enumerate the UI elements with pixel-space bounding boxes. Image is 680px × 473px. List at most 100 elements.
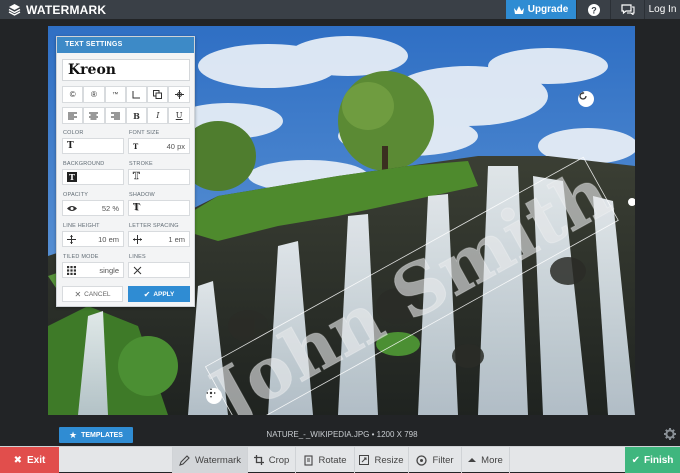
tool-filter[interactable]: Filter (409, 447, 462, 473)
line-height-icon (67, 234, 76, 244)
rotate-icon (579, 91, 587, 100)
logo-icon (8, 4, 21, 16)
tiled-mode-value: single (99, 265, 119, 275)
close-icon: ✕ (74, 289, 82, 299)
close-icon: ✖ (13, 454, 23, 466)
letter-spacing-field[interactable]: 1 em (128, 231, 190, 247)
upgrade-label: Upgrade (527, 4, 569, 15)
tiled-mode-select[interactable]: single (62, 262, 124, 278)
cancel-label: CANCEL (84, 290, 111, 298)
tool-more[interactable]: More (462, 447, 510, 473)
letter-spacing-icon (133, 234, 142, 244)
chevron-up-icon (468, 458, 477, 462)
watermark-icon (179, 454, 190, 466)
underline-button[interactable]: U (168, 107, 190, 124)
background-icon: T (67, 172, 77, 182)
align-right-button[interactable] (104, 107, 126, 124)
finish-button[interactable]: ✔ Finish (625, 447, 680, 473)
crosshair-icon (174, 90, 184, 99)
text-settings-panel: TEXT SETTINGS Kreon © ® ™ B I U COLOR FO… (56, 36, 195, 307)
bold-button[interactable]: B (125, 107, 148, 124)
align-left-button[interactable] (62, 107, 84, 124)
tool-rotate[interactable]: Rotate (296, 447, 355, 473)
filter-icon (416, 454, 428, 466)
settings-button[interactable] (664, 427, 676, 445)
check-icon: ✔ (631, 454, 640, 466)
login-link[interactable]: Log In (644, 0, 680, 19)
copyright-button[interactable]: © (62, 86, 84, 103)
panel-title: TEXT SETTINGS (57, 37, 194, 53)
templates-button[interactable]: ★ TEMPLATES (59, 427, 133, 443)
no-lines-icon (133, 266, 142, 274)
align-center-button[interactable] (83, 107, 105, 124)
rotate-handle[interactable] (578, 91, 594, 107)
line-height-value: 10 em (98, 234, 119, 244)
rotate-icon (303, 454, 313, 466)
stroke-picker[interactable]: T (128, 169, 190, 185)
exit-button[interactable]: ✖ Exit (0, 447, 59, 473)
opacity-label: OPACITY (63, 192, 89, 198)
font-size-value: 40 px (166, 141, 185, 151)
align-corner-button[interactable] (125, 86, 148, 103)
templates-label: TEMPLATES (81, 431, 123, 439)
opacity-value: 52 % (101, 203, 119, 213)
stroke-label: STROKE (129, 161, 153, 167)
chat-button[interactable] (610, 0, 644, 19)
crown-icon (513, 5, 524, 14)
opacity-field[interactable]: 52 % (62, 200, 124, 216)
help-icon: ? (587, 3, 600, 16)
grid-icon (67, 265, 76, 275)
tool-crop[interactable]: Crop (248, 447, 296, 473)
gear-icon (664, 428, 676, 440)
trademark-button[interactable]: ™ (104, 86, 126, 103)
file-info: NATURE_-_WIKIPEDIA.JPG • 1200 X 798 (266, 430, 418, 439)
move-button[interactable] (168, 86, 190, 103)
line-height-label: LINE HEIGHT (63, 223, 100, 229)
letter-spacing-value: 1 em (168, 234, 185, 244)
italic-button[interactable]: I (147, 107, 169, 124)
check-icon: ✔ (143, 289, 151, 299)
color-picker[interactable]: T (62, 138, 124, 154)
corner-icon (132, 91, 141, 99)
shadow-icon: T (133, 203, 140, 213)
svg-text:?: ? (591, 5, 597, 15)
top-bar: WATERMARK Upgrade ? Log In (0, 0, 680, 19)
shadow-picker[interactable]: T (128, 200, 190, 216)
help-button[interactable]: ? (576, 0, 610, 19)
tool-label: Resize (374, 454, 404, 466)
shadow-label: SHADOW (129, 192, 155, 198)
scale-handle[interactable] (206, 388, 222, 404)
duplicate-button[interactable] (147, 86, 169, 103)
symbol-toolbar: © ® ™ (62, 86, 190, 103)
font-size-field[interactable]: T 40 px (128, 138, 190, 154)
stroke-icon: T (133, 172, 140, 183)
font-selector[interactable]: Kreon (62, 59, 190, 81)
background-picker[interactable]: T (62, 169, 124, 185)
text-color-icon: T (67, 141, 74, 151)
background-label: BACKGROUND (63, 161, 105, 167)
copy-icon (153, 90, 163, 99)
upgrade-button[interactable]: Upgrade (506, 0, 576, 19)
app-logo[interactable]: WATERMARK (8, 2, 106, 17)
color-label: COLOR (63, 130, 84, 136)
tiled-mode-label: TILED MODE (63, 254, 99, 260)
apply-label: APPLY (153, 290, 175, 298)
font-size-label: FONT SIZE (129, 130, 160, 136)
tool-watermark[interactable]: Watermark (172, 447, 248, 473)
format-toolbar: B I U (62, 107, 190, 124)
tool-resize[interactable]: Resize (355, 447, 409, 473)
align-right-icon (110, 112, 120, 119)
lines-picker[interactable] (128, 262, 190, 278)
line-height-field[interactable]: 10 em (62, 231, 124, 247)
star-icon: ★ (69, 429, 78, 440)
cancel-button[interactable]: ✕ CANCEL (62, 286, 123, 302)
tool-label: Watermark (194, 454, 242, 466)
apply-button[interactable]: ✔ APPLY (128, 286, 190, 302)
resize-handle[interactable] (628, 198, 635, 206)
finish-label: Finish (643, 454, 674, 466)
move-icon (206, 388, 216, 398)
tool-label: More (481, 454, 503, 466)
align-left-icon (68, 112, 78, 119)
registered-button[interactable]: ® (83, 86, 105, 103)
lines-label: LINES (129, 254, 146, 260)
